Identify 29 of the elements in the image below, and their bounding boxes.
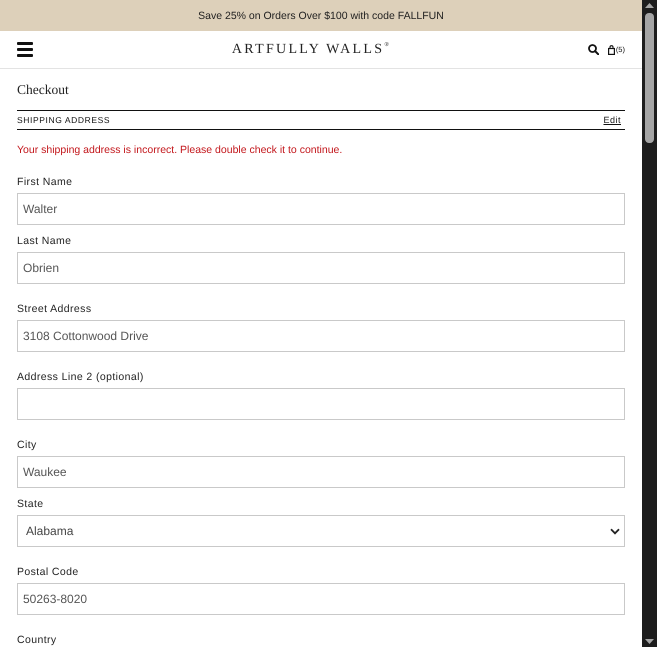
promo-text: Save 25% on Orders Over $100 with code FALLFUN [198, 10, 444, 22]
error-message: Your shipping address is incorrect. Please double check it to continue. [17, 144, 344, 157]
scroll-up-arrow-icon[interactable] [645, 3, 654, 8]
page-title: Checkout [17, 83, 70, 97]
input-field[interactable]: 3108 Cottonwood Drive [17, 320, 625, 352]
menu-icon[interactable] [17, 42, 33, 58]
logo[interactable]: ARTFULLY WALLS$^{®}$ [232, 42, 389, 58]
input-field[interactable]: 50263-8020 [17, 583, 625, 615]
select-field[interactable]: Alabama [17, 515, 625, 547]
input-field[interactable]: Waukee [17, 456, 625, 488]
field-label: Address Line 2 (optional) [17, 371, 145, 384]
field-label: Last Name [17, 235, 72, 248]
scrollbar-thumb[interactable] [645, 13, 654, 143]
shopping-bag-icon [608, 44, 615, 55]
input-field[interactable] [17, 388, 625, 420]
input-field[interactable]: Obrien [17, 252, 625, 284]
field-label: Postal Code [17, 566, 80, 579]
field-label: State [17, 498, 45, 511]
field-label: Country [17, 634, 58, 647]
field-label: Street Address [17, 303, 92, 316]
edit-link[interactable]: Edit [603, 115, 621, 125]
search-icon[interactable] [588, 44, 599, 56]
field-label: First Name [17, 176, 74, 189]
scroll-down-arrow-icon[interactable] [645, 639, 654, 644]
chevron-down-icon [610, 528, 620, 534]
input-field[interactable]: Walter [17, 193, 625, 225]
section-title: SHIPPING ADDRESS [17, 115, 110, 125]
scrollbar[interactable] [642, 0, 657, 647]
field-label: City [17, 439, 38, 452]
